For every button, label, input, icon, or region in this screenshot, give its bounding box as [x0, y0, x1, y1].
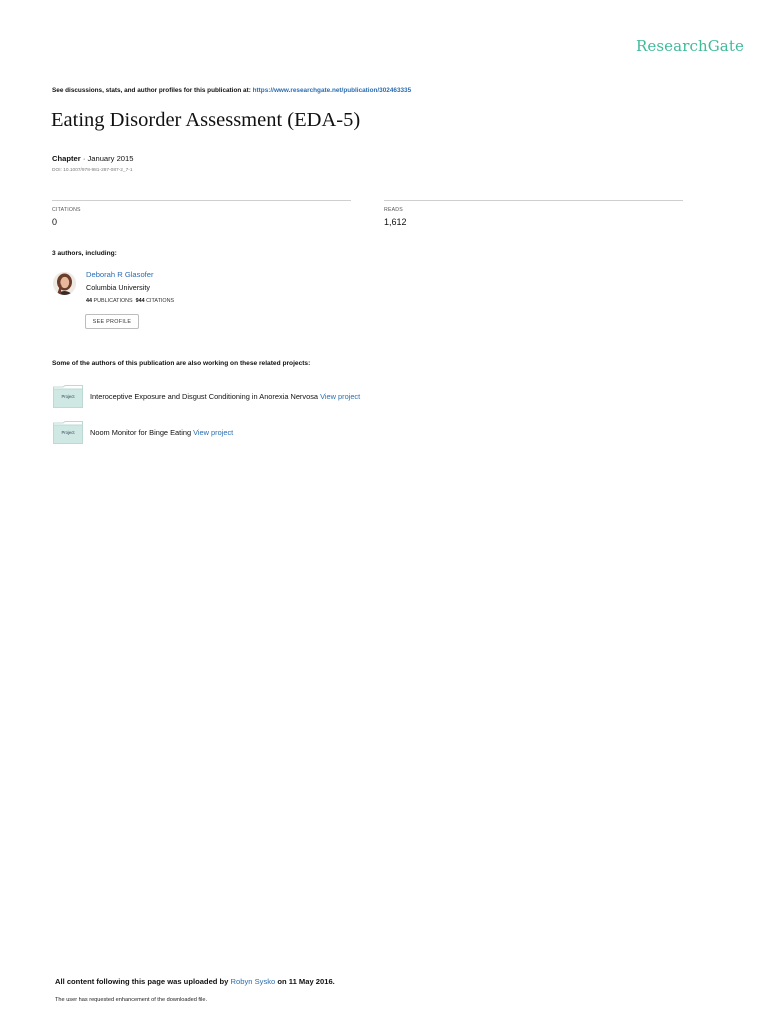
authors-heading: 3 authors, including:	[52, 250, 117, 257]
project-item: Interoceptive Exposure and Disgust Condi…	[90, 392, 360, 401]
citations-value: 0	[52, 217, 58, 227]
reads-value: 1,612	[384, 217, 407, 227]
reads-divider	[384, 200, 683, 201]
project-title: Interoceptive Exposure and Disgust Condi…	[90, 392, 321, 401]
publication-doi: DOI: 10.1007/978-981-287-087-2_7-1	[52, 168, 133, 173]
citations-label: CITATIONS	[52, 207, 81, 213]
author-affiliation: Columbia University	[86, 283, 150, 292]
enhancement-note: The user has requested enhancement of th…	[55, 997, 208, 1003]
project-item: Noom Monitor for Binge Eating View proje…	[90, 428, 233, 437]
uploader-link[interactable]: Robyn Sysko	[231, 977, 276, 986]
author-citations-count: 944	[135, 298, 145, 304]
project-folder-icon[interactable]: Project	[53, 421, 83, 449]
upload-prefix: All content following this page was uplo…	[55, 977, 231, 986]
view-project-link[interactable]: View project	[193, 428, 233, 437]
avatar-portrait-icon	[53, 272, 76, 295]
see-profile-button[interactable]: SEE PROFILE	[85, 314, 139, 329]
project-title: Noom Monitor for Binge Eating	[90, 428, 194, 437]
author-stats: 44 PUBLICATIONS 944 CITATIONS	[86, 298, 174, 304]
upload-suffix: on 11 May 2016.	[275, 977, 335, 986]
project-folder-label: Project	[61, 430, 75, 435]
related-projects-heading: Some of the authors of this publication …	[52, 360, 311, 367]
publication-date: January 2015	[87, 154, 134, 163]
publication-title: Eating Disorder Assessment (EDA-5)	[51, 109, 361, 131]
discussions-text: See discussions, stats, and author profi…	[52, 87, 253, 94]
publication-meta: Chapter · January 2015	[52, 154, 133, 163]
author-avatar[interactable]	[53, 272, 76, 295]
reads-label: READS	[384, 207, 403, 213]
view-project-link[interactable]: View project	[320, 392, 360, 401]
discussions-line: See discussions, stats, and author profi…	[52, 87, 411, 94]
citations-divider	[52, 200, 351, 201]
author-name-link[interactable]: Deborah R Glasofer	[86, 270, 154, 279]
author-citations-label: CITATIONS	[144, 298, 175, 304]
author-publications-label: PUBLICATIONS	[92, 298, 133, 304]
researchgate-logo[interactable]: ResearchGate	[636, 37, 744, 55]
project-folder-icon[interactable]: Project	[53, 385, 83, 413]
publication-url-link[interactable]: https://www.researchgate.net/publication…	[253, 87, 412, 94]
upload-notice: All content following this page was uplo…	[55, 977, 335, 986]
publication-type: Chapter	[52, 154, 81, 163]
project-folder-label: Project	[61, 394, 75, 399]
